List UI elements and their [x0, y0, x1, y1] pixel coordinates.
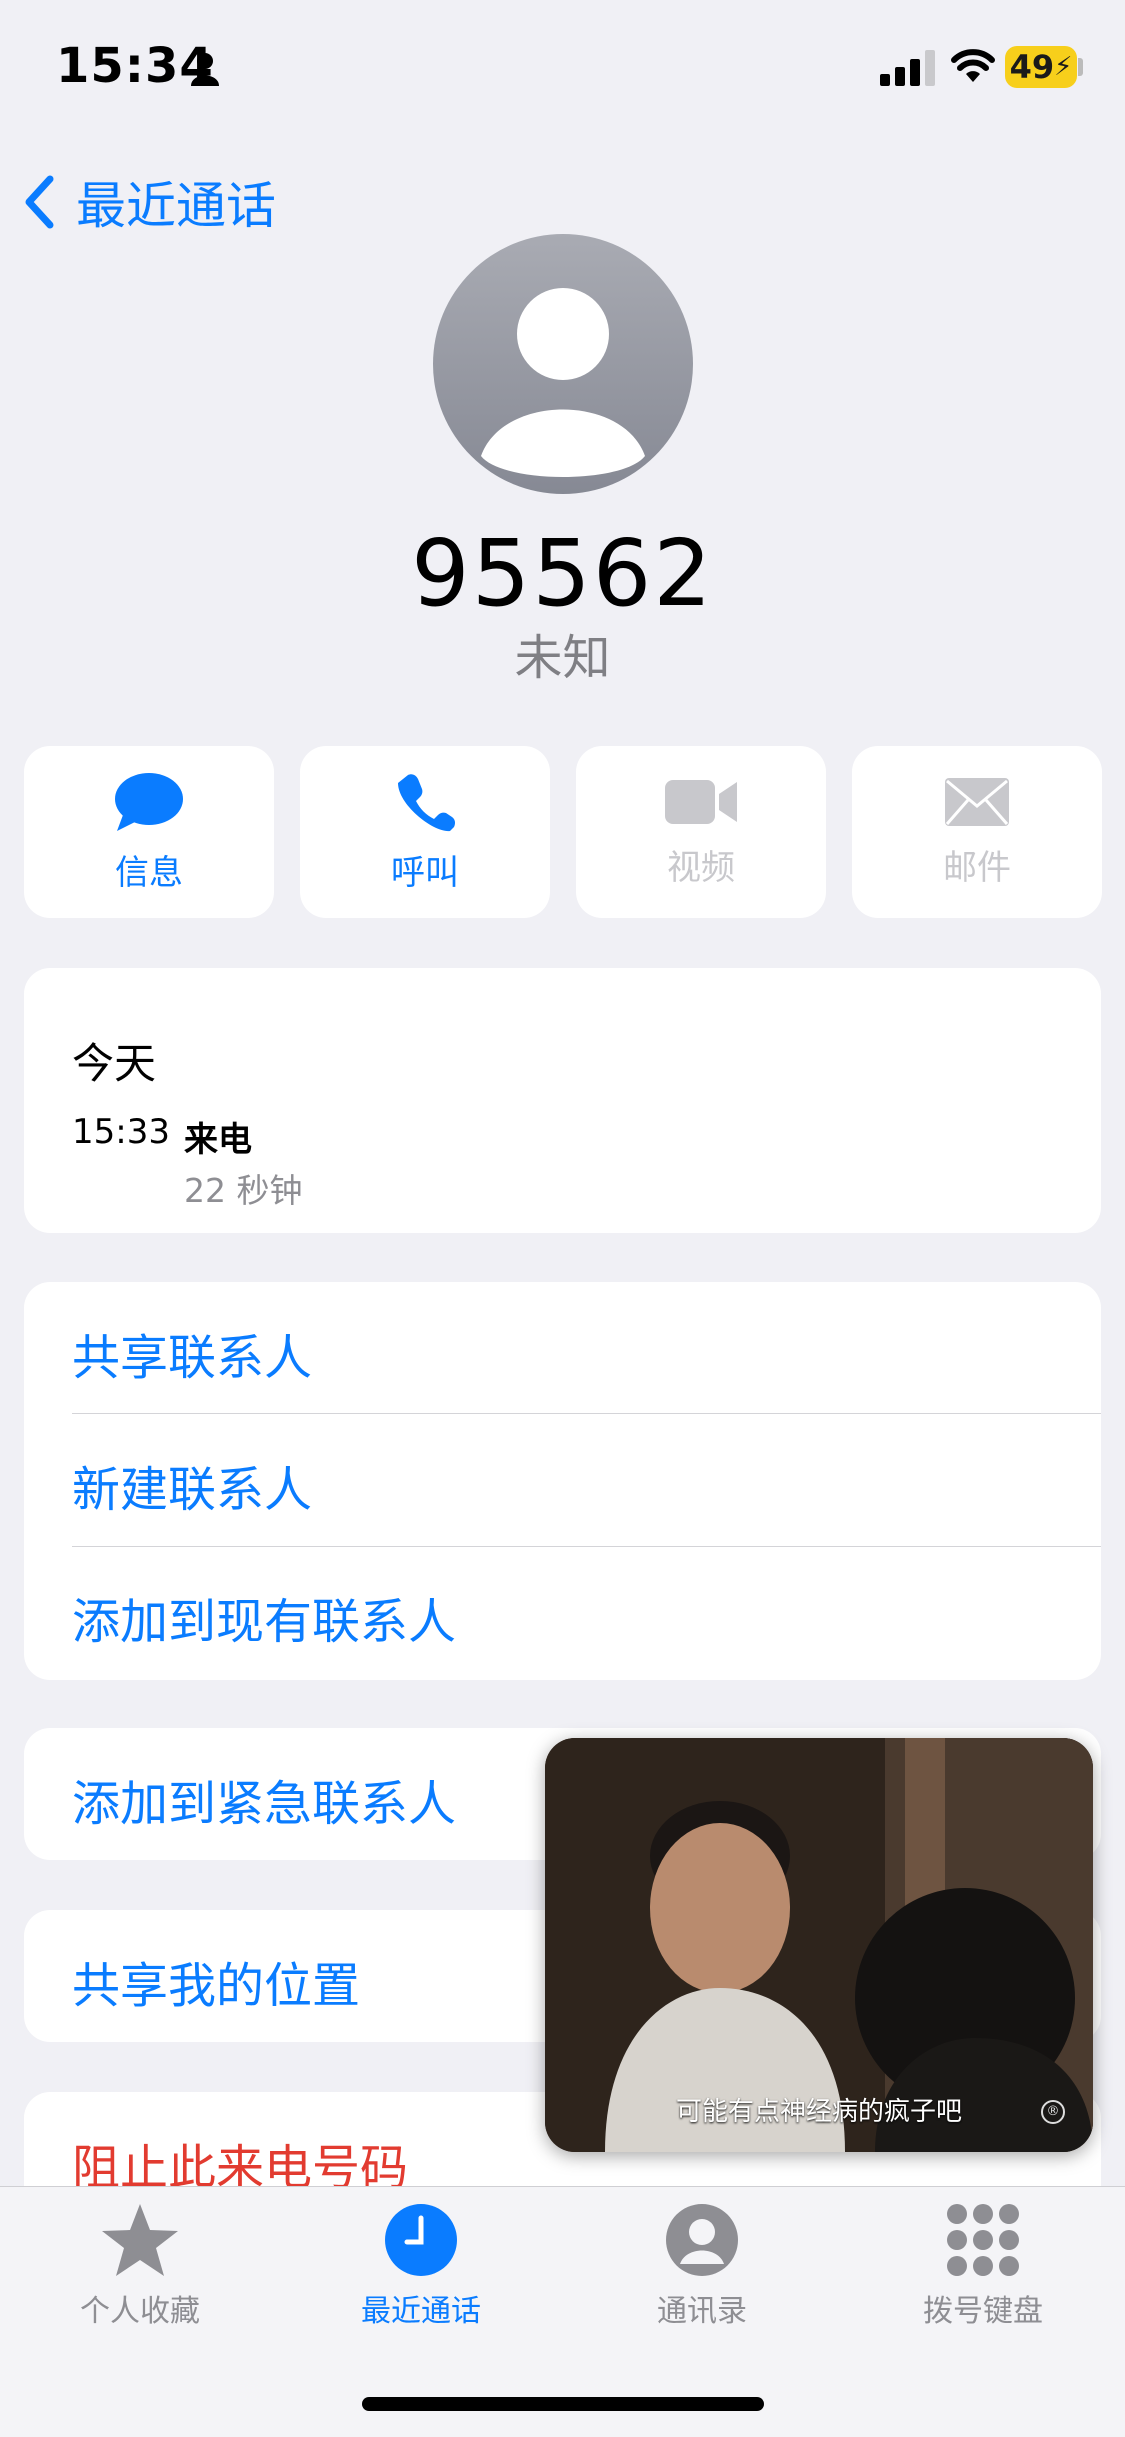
call-button[interactable]: 呼叫 [300, 746, 550, 918]
wifi-icon [951, 49, 995, 82]
keypad-icon [947, 2204, 1019, 2276]
clock-icon [385, 2204, 457, 2276]
message-label: 信息 [115, 852, 183, 893]
video-label: 视频 [667, 847, 735, 888]
contact-subtitle: 未知 [514, 630, 611, 686]
mail-icon [945, 777, 1009, 826]
pip-caption: 可能有点神经病的疯子吧 [675, 2097, 962, 2127]
tab-recents-label: 最近通话 [361, 2294, 481, 2329]
tab-keypad-label: 拨号键盘 [923, 2294, 1043, 2329]
message-button[interactable]: 信息 [24, 746, 274, 918]
divider [72, 1546, 1101, 1547]
video-icon [665, 779, 737, 824]
divider [72, 1413, 1101, 1414]
tab-contacts-label: 通讯录 [657, 2294, 747, 2329]
battery-tip [1078, 58, 1083, 76]
contact-options-card: 共享联系人 新建联系人 添加到现有联系人 [24, 1282, 1101, 1680]
new-contact-button[interactable]: 新建联系人 [72, 1450, 312, 1520]
back-label: 最近通话 [76, 177, 276, 235]
person-icon [191, 53, 219, 86]
video-frame [545, 1738, 1093, 2152]
signal-icon [880, 50, 935, 86]
history-day: 今天 [72, 1039, 157, 1088]
pip-registered-mark: ® [1041, 2100, 1065, 2124]
tab-contacts[interactable]: 通讯录 [587, 2202, 817, 2330]
home-indicator[interactable] [362, 2397, 764, 2411]
contact-avatar [433, 234, 693, 494]
battery-level: 49 [1009, 48, 1055, 86]
person-circle-icon [666, 2204, 738, 2276]
message-icon [115, 772, 183, 831]
contact-number: 95562 [411, 520, 714, 627]
back-button[interactable]: 最近通话 [24, 166, 276, 238]
person-silhouette-icon [481, 288, 645, 477]
share-location-button[interactable]: 共享我的位置 [72, 1946, 360, 2016]
chevron-left-icon [25, 175, 54, 229]
share-contact-button[interactable]: 共享联系人 [72, 1318, 312, 1388]
pip-video-player[interactable]: 可能有点神经病的疯子吧 ® [545, 1738, 1093, 2152]
phone-icon [398, 773, 456, 831]
charging-bolt-icon: ⚡ [1054, 52, 1073, 82]
history-duration: 22 秒钟 [184, 1171, 303, 1210]
tab-favorites[interactable]: 个人收藏 [25, 2202, 255, 2330]
call-label: 呼叫 [391, 852, 459, 893]
mail-label: 邮件 [943, 847, 1011, 888]
add-emergency-contact-button[interactable]: 添加到紧急联系人 [72, 1764, 456, 1834]
mail-button[interactable]: 邮件 [852, 746, 1102, 918]
add-existing-contact-button[interactable]: 添加到现有联系人 [72, 1582, 456, 1652]
battery-indicator: 49 ⚡ [1005, 46, 1077, 88]
tab-favorites-label: 个人收藏 [80, 2294, 200, 2329]
history-time: 15:33 [72, 1112, 170, 1152]
video-button[interactable]: 视频 [576, 746, 826, 918]
star-icon [102, 2204, 178, 2276]
tab-recents[interactable]: 最近通话 [306, 2202, 536, 2330]
tab-keypad[interactable]: 拨号键盘 [868, 2202, 1098, 2330]
history-type: 来电 [184, 1120, 252, 1160]
